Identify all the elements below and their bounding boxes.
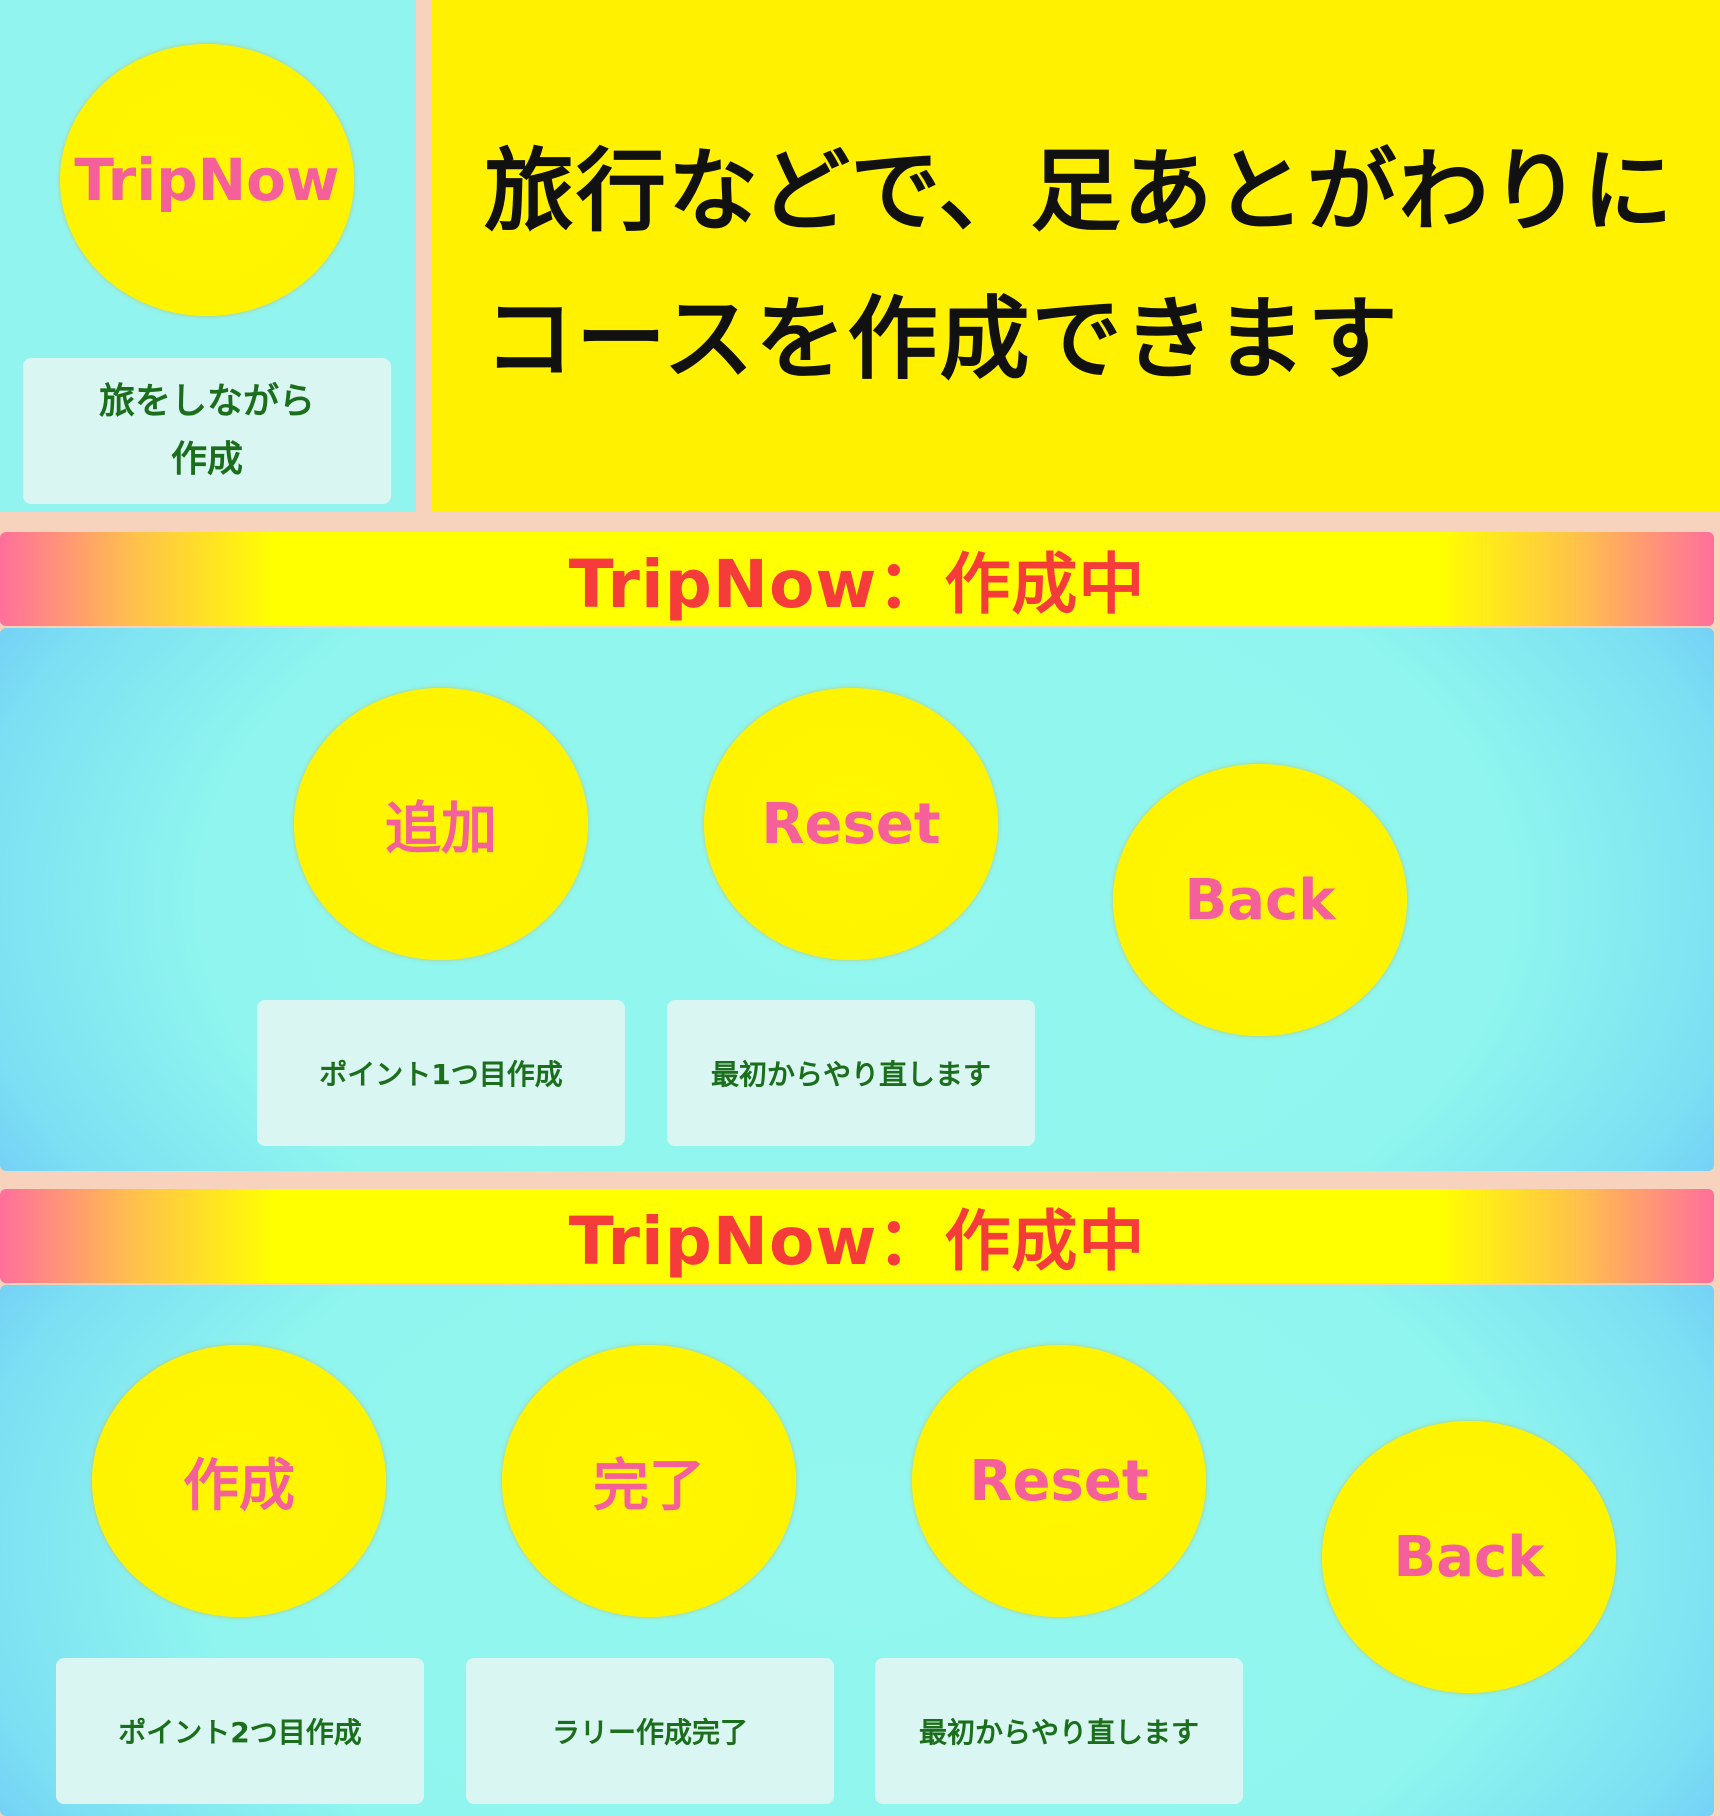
complete-button[interactable]: 完了 bbox=[502, 1345, 796, 1617]
hero-caption-line2: 作成 bbox=[170, 439, 243, 480]
hero-headline-line1: 旅行などで、足あとがわりに bbox=[484, 139, 1675, 244]
add-caption-text: ポイント1つ目作成 bbox=[319, 1058, 563, 1091]
reset-caption-card-2: 最初からやり直します bbox=[875, 1658, 1243, 1804]
reset-button[interactable]: Reset bbox=[704, 688, 998, 960]
reset-caption-text-2: 最初からやり直します bbox=[918, 1716, 1199, 1749]
section2-banner: TripNow：作成中 bbox=[0, 1189, 1714, 1283]
complete-caption-text: ラリー作成完了 bbox=[551, 1716, 748, 1749]
reset-caption-card: 最初からやり直します bbox=[667, 1000, 1035, 1146]
create-caption-text: ポイント2つ目作成 bbox=[118, 1716, 362, 1749]
reset-caption-text: 最初からやり直します bbox=[710, 1058, 991, 1091]
complete-caption-card: ラリー作成完了 bbox=[466, 1658, 834, 1804]
create-caption-card: ポイント2つ目作成 bbox=[56, 1658, 424, 1804]
add-caption-card: ポイント1つ目作成 bbox=[257, 1000, 625, 1146]
section1-banner: TripNow：作成中 bbox=[0, 532, 1714, 626]
create-button[interactable]: 作成 bbox=[92, 1345, 386, 1617]
hero-caption-card: 旅をしながら 作成 bbox=[23, 358, 391, 504]
hero-headline: 旅行などで、足あとがわりに コースを作成できます bbox=[484, 118, 1684, 414]
reset-button-2[interactable]: Reset bbox=[912, 1345, 1206, 1617]
back-button-2[interactable]: Back bbox=[1322, 1421, 1616, 1693]
hero-headline-line2: コースを作成できます bbox=[484, 287, 1400, 392]
tripnow-logo-button[interactable]: TripNow bbox=[60, 44, 354, 316]
add-button[interactable]: 追加 bbox=[294, 688, 588, 960]
hero-caption-line1: 旅をしながら bbox=[98, 381, 315, 422]
back-button[interactable]: Back bbox=[1113, 764, 1407, 1036]
